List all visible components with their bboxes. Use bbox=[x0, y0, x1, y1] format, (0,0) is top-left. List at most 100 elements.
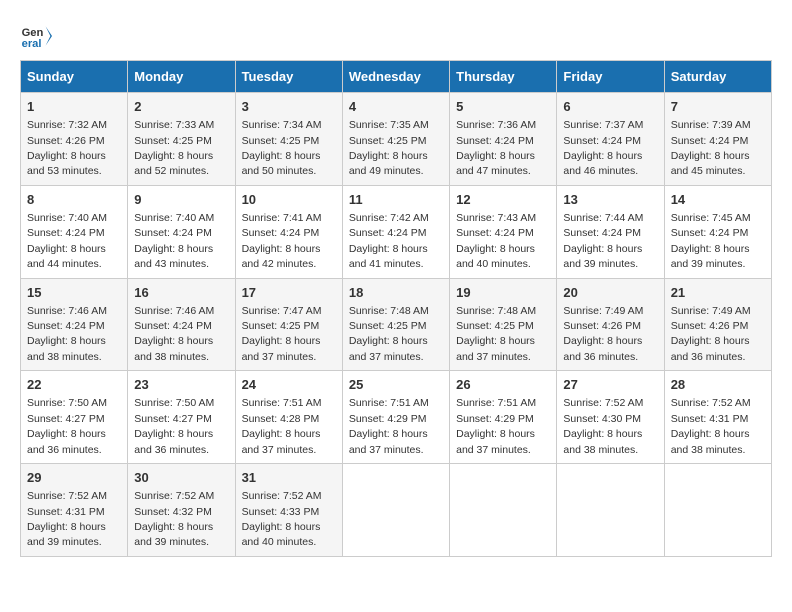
day-info: Sunrise: 7:52 AMSunset: 4:31 PMDaylight:… bbox=[27, 490, 107, 548]
day-cell-8: 8 Sunrise: 7:40 AMSunset: 4:24 PMDayligh… bbox=[21, 185, 128, 278]
day-number: 14 bbox=[671, 191, 765, 209]
day-cell-10: 10 Sunrise: 7:41 AMSunset: 4:24 PMDaylig… bbox=[235, 185, 342, 278]
day-number: 16 bbox=[134, 284, 228, 302]
day-number: 26 bbox=[456, 376, 550, 394]
day-cell-14: 14 Sunrise: 7:45 AMSunset: 4:24 PMDaylig… bbox=[664, 185, 771, 278]
day-number: 23 bbox=[134, 376, 228, 394]
day-number: 21 bbox=[671, 284, 765, 302]
day-info: Sunrise: 7:50 AMSunset: 4:27 PMDaylight:… bbox=[134, 397, 214, 455]
day-info: Sunrise: 7:43 AMSunset: 4:24 PMDaylight:… bbox=[456, 212, 536, 270]
day-cell-26: 26 Sunrise: 7:51 AMSunset: 4:29 PMDaylig… bbox=[450, 371, 557, 464]
day-cell-13: 13 Sunrise: 7:44 AMSunset: 4:24 PMDaylig… bbox=[557, 185, 664, 278]
day-info: Sunrise: 7:40 AMSunset: 4:24 PMDaylight:… bbox=[27, 212, 107, 270]
day-number: 19 bbox=[456, 284, 550, 302]
day-info: Sunrise: 7:42 AMSunset: 4:24 PMDaylight:… bbox=[349, 212, 429, 270]
day-number: 29 bbox=[27, 469, 121, 487]
day-number: 28 bbox=[671, 376, 765, 394]
day-info: Sunrise: 7:48 AMSunset: 4:25 PMDaylight:… bbox=[349, 305, 429, 363]
empty-cell bbox=[557, 464, 664, 557]
day-info: Sunrise: 7:51 AMSunset: 4:29 PMDaylight:… bbox=[456, 397, 536, 455]
day-cell-16: 16 Sunrise: 7:46 AMSunset: 4:24 PMDaylig… bbox=[128, 278, 235, 371]
day-info: Sunrise: 7:52 AMSunset: 4:33 PMDaylight:… bbox=[242, 490, 322, 548]
day-cell-30: 30 Sunrise: 7:52 AMSunset: 4:32 PMDaylig… bbox=[128, 464, 235, 557]
day-info: Sunrise: 7:36 AMSunset: 4:24 PMDaylight:… bbox=[456, 119, 536, 177]
day-info: Sunrise: 7:39 AMSunset: 4:24 PMDaylight:… bbox=[671, 119, 751, 177]
svg-text:Gen: Gen bbox=[22, 27, 44, 39]
day-info: Sunrise: 7:49 AMSunset: 4:26 PMDaylight:… bbox=[671, 305, 751, 363]
day-cell-9: 9 Sunrise: 7:40 AMSunset: 4:24 PMDayligh… bbox=[128, 185, 235, 278]
day-number: 10 bbox=[242, 191, 336, 209]
day-number: 8 bbox=[27, 191, 121, 209]
day-cell-4: 4 Sunrise: 7:35 AMSunset: 4:25 PMDayligh… bbox=[342, 93, 449, 186]
day-cell-21: 21 Sunrise: 7:49 AMSunset: 4:26 PMDaylig… bbox=[664, 278, 771, 371]
empty-cell bbox=[342, 464, 449, 557]
day-cell-3: 3 Sunrise: 7:34 AMSunset: 4:25 PMDayligh… bbox=[235, 93, 342, 186]
day-info: Sunrise: 7:40 AMSunset: 4:24 PMDaylight:… bbox=[134, 212, 214, 270]
empty-cell bbox=[450, 464, 557, 557]
day-cell-29: 29 Sunrise: 7:52 AMSunset: 4:31 PMDaylig… bbox=[21, 464, 128, 557]
day-info: Sunrise: 7:37 AMSunset: 4:24 PMDaylight:… bbox=[563, 119, 643, 177]
day-number: 18 bbox=[349, 284, 443, 302]
day-number: 1 bbox=[27, 98, 121, 116]
day-cell-24: 24 Sunrise: 7:51 AMSunset: 4:28 PMDaylig… bbox=[235, 371, 342, 464]
day-info: Sunrise: 7:45 AMSunset: 4:24 PMDaylight:… bbox=[671, 212, 751, 270]
day-cell-31: 31 Sunrise: 7:52 AMSunset: 4:33 PMDaylig… bbox=[235, 464, 342, 557]
day-number: 3 bbox=[242, 98, 336, 116]
day-cell-27: 27 Sunrise: 7:52 AMSunset: 4:30 PMDaylig… bbox=[557, 371, 664, 464]
day-number: 17 bbox=[242, 284, 336, 302]
day-number: 5 bbox=[456, 98, 550, 116]
day-info: Sunrise: 7:35 AMSunset: 4:25 PMDaylight:… bbox=[349, 119, 429, 177]
day-cell-22: 22 Sunrise: 7:50 AMSunset: 4:27 PMDaylig… bbox=[21, 371, 128, 464]
day-info: Sunrise: 7:52 AMSunset: 4:31 PMDaylight:… bbox=[671, 397, 751, 455]
col-header-sunday: Sunday bbox=[21, 61, 128, 93]
day-number: 30 bbox=[134, 469, 228, 487]
day-info: Sunrise: 7:33 AMSunset: 4:25 PMDaylight:… bbox=[134, 119, 214, 177]
calendar-table: SundayMondayTuesdayWednesdayThursdayFrid… bbox=[20, 60, 772, 557]
empty-cell bbox=[664, 464, 771, 557]
day-number: 9 bbox=[134, 191, 228, 209]
day-number: 24 bbox=[242, 376, 336, 394]
col-header-monday: Monday bbox=[128, 61, 235, 93]
week-row-4: 22 Sunrise: 7:50 AMSunset: 4:27 PMDaylig… bbox=[21, 371, 772, 464]
day-cell-2: 2 Sunrise: 7:33 AMSunset: 4:25 PMDayligh… bbox=[128, 93, 235, 186]
day-cell-5: 5 Sunrise: 7:36 AMSunset: 4:24 PMDayligh… bbox=[450, 93, 557, 186]
col-header-friday: Friday bbox=[557, 61, 664, 93]
day-cell-23: 23 Sunrise: 7:50 AMSunset: 4:27 PMDaylig… bbox=[128, 371, 235, 464]
col-header-thursday: Thursday bbox=[450, 61, 557, 93]
day-number: 6 bbox=[563, 98, 657, 116]
day-number: 22 bbox=[27, 376, 121, 394]
day-cell-1: 1 Sunrise: 7:32 AMSunset: 4:26 PMDayligh… bbox=[21, 93, 128, 186]
day-info: Sunrise: 7:47 AMSunset: 4:25 PMDaylight:… bbox=[242, 305, 322, 363]
day-info: Sunrise: 7:52 AMSunset: 4:30 PMDaylight:… bbox=[563, 397, 643, 455]
day-number: 4 bbox=[349, 98, 443, 116]
day-cell-28: 28 Sunrise: 7:52 AMSunset: 4:31 PMDaylig… bbox=[664, 371, 771, 464]
day-cell-20: 20 Sunrise: 7:49 AMSunset: 4:26 PMDaylig… bbox=[557, 278, 664, 371]
day-cell-19: 19 Sunrise: 7:48 AMSunset: 4:25 PMDaylig… bbox=[450, 278, 557, 371]
day-cell-17: 17 Sunrise: 7:47 AMSunset: 4:25 PMDaylig… bbox=[235, 278, 342, 371]
col-header-tuesday: Tuesday bbox=[235, 61, 342, 93]
day-cell-7: 7 Sunrise: 7:39 AMSunset: 4:24 PMDayligh… bbox=[664, 93, 771, 186]
day-info: Sunrise: 7:51 AMSunset: 4:29 PMDaylight:… bbox=[349, 397, 429, 455]
day-info: Sunrise: 7:52 AMSunset: 4:32 PMDaylight:… bbox=[134, 490, 214, 548]
day-info: Sunrise: 7:44 AMSunset: 4:24 PMDaylight:… bbox=[563, 212, 643, 270]
week-row-3: 15 Sunrise: 7:46 AMSunset: 4:24 PMDaylig… bbox=[21, 278, 772, 371]
day-number: 15 bbox=[27, 284, 121, 302]
day-info: Sunrise: 7:32 AMSunset: 4:26 PMDaylight:… bbox=[27, 119, 107, 177]
day-number: 25 bbox=[349, 376, 443, 394]
col-header-wednesday: Wednesday bbox=[342, 61, 449, 93]
day-info: Sunrise: 7:46 AMSunset: 4:24 PMDaylight:… bbox=[134, 305, 214, 363]
day-cell-6: 6 Sunrise: 7:37 AMSunset: 4:24 PMDayligh… bbox=[557, 93, 664, 186]
day-number: 11 bbox=[349, 191, 443, 209]
day-number: 31 bbox=[242, 469, 336, 487]
day-info: Sunrise: 7:48 AMSunset: 4:25 PMDaylight:… bbox=[456, 305, 536, 363]
day-number: 13 bbox=[563, 191, 657, 209]
day-cell-18: 18 Sunrise: 7:48 AMSunset: 4:25 PMDaylig… bbox=[342, 278, 449, 371]
day-cell-12: 12 Sunrise: 7:43 AMSunset: 4:24 PMDaylig… bbox=[450, 185, 557, 278]
week-row-5: 29 Sunrise: 7:52 AMSunset: 4:31 PMDaylig… bbox=[21, 464, 772, 557]
week-row-2: 8 Sunrise: 7:40 AMSunset: 4:24 PMDayligh… bbox=[21, 185, 772, 278]
header-row: SundayMondayTuesdayWednesdayThursdayFrid… bbox=[21, 61, 772, 93]
day-cell-15: 15 Sunrise: 7:46 AMSunset: 4:24 PMDaylig… bbox=[21, 278, 128, 371]
svg-text:eral: eral bbox=[22, 38, 42, 50]
day-info: Sunrise: 7:46 AMSunset: 4:24 PMDaylight:… bbox=[27, 305, 107, 363]
logo: Gen eral bbox=[20, 20, 58, 52]
